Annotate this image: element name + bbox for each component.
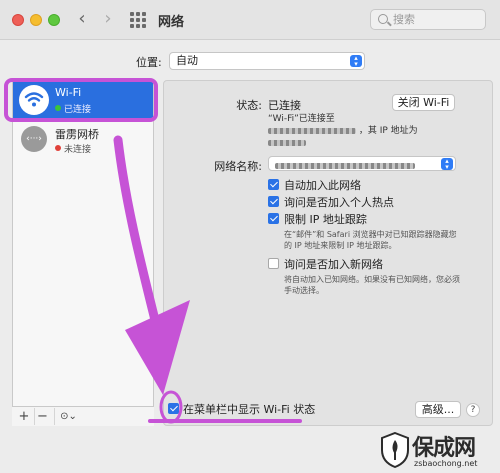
auto-join-checkbox[interactable] bbox=[268, 179, 279, 190]
add-service-button[interactable]: + bbox=[16, 408, 32, 425]
wifi-icon bbox=[19, 85, 49, 115]
limit-ip-tracking-label: 限制 IP 地址跟踪 bbox=[284, 213, 367, 226]
connected-line-prefix: “Wi-Fi”已连接至 bbox=[268, 114, 335, 124]
service-list: Wi-Fi 已连接 ‹···› 雷雳网桥 未连接 bbox=[12, 80, 154, 426]
status-value: 已连接 bbox=[268, 99, 301, 112]
forward-icon[interactable]: › bbox=[98, 9, 118, 29]
ask-hotspot-label: 询问是否加入个人热点 bbox=[284, 196, 394, 209]
close-window-button[interactable] bbox=[12, 14, 24, 26]
watermark-url: zsbaochong.net bbox=[414, 459, 478, 468]
chevron-updown-icon: ▴ ▾ bbox=[350, 55, 362, 68]
network-name-label: 网络名称: bbox=[214, 160, 262, 173]
watermark-title: 保成网 bbox=[412, 436, 476, 461]
service-name: 雷雳网桥 bbox=[55, 128, 99, 141]
thunderbolt-bridge-icon: ‹···› bbox=[21, 126, 47, 152]
status-label: 状态: bbox=[236, 99, 262, 112]
watermark: 保成网 zsbaochong.net bbox=[378, 428, 498, 472]
ask-new-networks-label: 询问是否加入新网络 bbox=[284, 258, 383, 271]
location-label: 位置: bbox=[136, 56, 162, 69]
advanced-button[interactable]: 高级... bbox=[415, 401, 461, 418]
location-value: 自动 bbox=[176, 54, 198, 67]
ask-new-networks-checkbox[interactable] bbox=[268, 258, 279, 269]
service-list-toolbar: + − ⊙⌄ bbox=[12, 406, 154, 426]
chevron-updown-icon: ▴ ▾ bbox=[441, 158, 453, 171]
status-dot-disconnected bbox=[55, 145, 61, 151]
service-status: 未连接 bbox=[64, 145, 92, 155]
connected-line-mid: ，其 IP 地址为 bbox=[358, 126, 418, 136]
status-dot-connected bbox=[55, 105, 61, 111]
zoom-window-button[interactable] bbox=[48, 14, 60, 26]
shield-logo-icon bbox=[381, 432, 409, 468]
service-item-thunderbolt-bridge[interactable]: ‹···› 雷雳网桥 未连接 bbox=[13, 121, 153, 159]
show-in-menubar-checkbox[interactable] bbox=[168, 403, 179, 414]
auto-join-label: 自动加入此网络 bbox=[284, 179, 361, 192]
redacted-ip-address bbox=[268, 139, 306, 146]
location-select[interactable]: 自动 ▴ ▾ bbox=[169, 52, 365, 70]
network-name-select[interactable]: ▴ ▾ bbox=[268, 156, 456, 171]
service-status: 已连接 bbox=[64, 105, 92, 115]
connection-info: “Wi-Fi”已连接至 ，其 IP 地址为 bbox=[268, 113, 468, 149]
ask-new-networks-description: 将自动加入已知网络。如果没有已知网络，您必须手动选择。 bbox=[284, 275, 460, 295]
help-button[interactable]: ? bbox=[466, 403, 480, 417]
ask-hotspot-checkbox[interactable] bbox=[268, 196, 279, 207]
minimize-window-button[interactable] bbox=[30, 14, 42, 26]
service-item-wifi[interactable]: Wi-Fi 已连接 bbox=[13, 81, 153, 119]
redacted-network-select-value bbox=[275, 162, 415, 169]
service-name: Wi-Fi bbox=[55, 86, 82, 99]
show-all-grid-icon[interactable] bbox=[130, 12, 146, 28]
search-input[interactable]: 搜索 bbox=[370, 9, 486, 30]
search-icon bbox=[378, 14, 388, 24]
search-placeholder: 搜索 bbox=[393, 13, 415, 26]
title-bar: ‹ › 网络 搜索 bbox=[0, 0, 500, 40]
show-in-menubar-label: 在菜单栏中显示 Wi-Fi 状态 bbox=[183, 403, 316, 416]
limit-ip-tracking-description: 在“邮件”和 Safari 浏览器中对已知跟踪器隐藏您的 IP 地址来限制 IP… bbox=[284, 230, 457, 250]
turn-off-wifi-button[interactable]: 关闭 Wi-Fi bbox=[392, 94, 455, 111]
remove-service-button[interactable]: − bbox=[34, 408, 50, 425]
limit-ip-tracking-checkbox[interactable] bbox=[268, 213, 279, 224]
back-icon[interactable]: ‹ bbox=[72, 9, 92, 29]
redacted-network-name bbox=[268, 127, 356, 134]
action-menu-button[interactable]: ⊙⌄ bbox=[54, 408, 82, 425]
window-title: 网络 bbox=[158, 15, 185, 30]
